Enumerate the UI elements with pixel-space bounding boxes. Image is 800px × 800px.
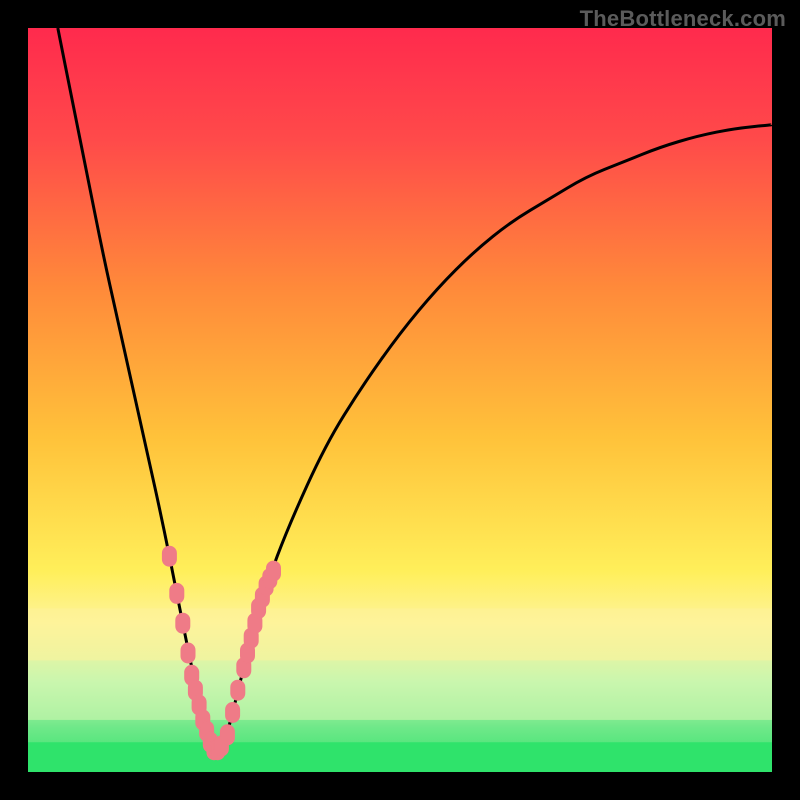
sample-point — [267, 561, 281, 581]
chart-frame: TheBottleneck.com — [0, 0, 800, 800]
green-band-light — [28, 683, 772, 720]
sample-point — [176, 613, 190, 633]
sample-point — [181, 643, 195, 663]
sample-point — [162, 546, 176, 566]
green-band — [28, 742, 772, 772]
yellow-band — [28, 608, 772, 660]
chart-svg — [28, 28, 772, 772]
sample-point — [220, 725, 234, 745]
sample-point — [226, 703, 240, 723]
sample-point — [170, 583, 184, 603]
watermark-text: TheBottleneck.com — [580, 6, 786, 32]
sample-point — [231, 680, 245, 700]
plot-area — [28, 28, 772, 772]
